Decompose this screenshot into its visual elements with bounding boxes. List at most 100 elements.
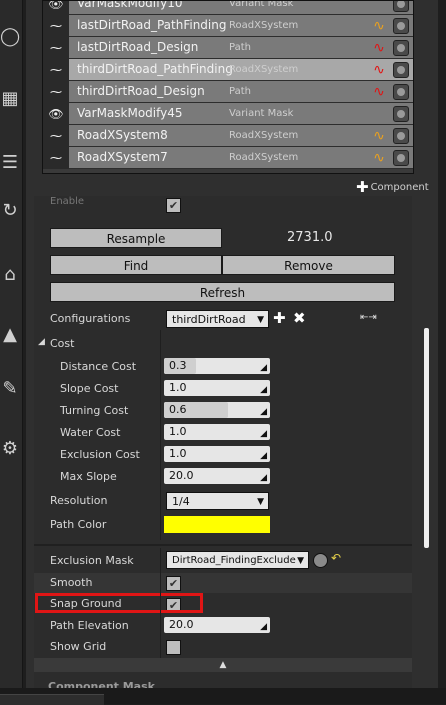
layer-type: RoadXSystem — [229, 20, 299, 31]
brush-tool-icon[interactable]: ✎ — [0, 378, 20, 400]
add-config-icon[interactable]: ✚ — [273, 309, 286, 327]
scrollbar[interactable] — [424, 328, 429, 548]
smooth-label: Smooth — [50, 576, 93, 589]
layer-type: RoadXSystem — [229, 152, 299, 163]
layer-toggle[interactable] — [393, 128, 409, 144]
exclusion-mask-value: DirtRoad_FindingExclude — [172, 555, 296, 566]
curve-icon[interactable]: ⁓ — [43, 15, 69, 37]
road-path-icon[interactable]: ∿ — [371, 18, 387, 34]
cost-field-label: Exclusion Cost — [60, 448, 140, 461]
layer-toggle[interactable] — [393, 106, 409, 122]
layer-toggle[interactable] — [393, 62, 409, 78]
remove-button[interactable]: Remove — [222, 255, 395, 275]
path-color-swatch[interactable] — [164, 516, 270, 533]
road-path-icon[interactable]: ∿ — [371, 128, 387, 144]
show-grid-checkbox[interactable] — [166, 640, 181, 655]
layer-toggle[interactable] — [393, 150, 409, 166]
cost-field-input[interactable]: 1.0 ◢ — [164, 424, 270, 440]
cost-field-label: Turning Cost — [60, 404, 129, 417]
layer-row[interactable]: ⁓ RoadXSystem8 RoadXSystem ∿ — [43, 125, 413, 147]
collapse-up-icon[interactable]: ▲ — [34, 658, 412, 672]
drag-arrow-icon: ◢ — [260, 429, 267, 439]
smooth-checkbox[interactable]: ✔ — [166, 576, 181, 591]
building-tool-icon[interactable]: ▦ — [0, 88, 20, 110]
layer-type: RoadXSystem — [229, 130, 299, 141]
path-color-label: Path Color — [50, 518, 107, 531]
delete-config-icon[interactable]: ✖ — [293, 309, 306, 327]
left-toolbar: ◯ ▦ ☰ ↻ ⌂ ▲ ✎ ⚙ — [0, 0, 23, 704]
layer-row[interactable]: ⁓ lastDirtRoad_PathFinding RoadXSystem ∿ — [43, 15, 413, 37]
road-path-icon[interactable]: ∿ — [371, 150, 387, 166]
layers-tool-icon[interactable]: ☰ — [0, 152, 20, 174]
resolution-value: 1/4 — [172, 495, 190, 508]
reset-arrow-icon[interactable]: ↶ — [331, 551, 341, 565]
tree-tool-icon[interactable]: ▲ — [0, 324, 20, 346]
layer-toggle[interactable] — [393, 84, 409, 100]
cost-field-input[interactable]: 1.0 ◢ — [164, 380, 270, 396]
column-divider — [160, 330, 161, 540]
road-path-red-icon[interactable]: ∿ — [371, 62, 387, 78]
drag-arrow-icon: ◢ — [260, 451, 267, 461]
layer-row[interactable]: 👁 VarMaskModify45 Variant Mask — [43, 103, 413, 125]
eye-icon[interactable]: 👁 — [43, 103, 69, 125]
browse-icon[interactable] — [313, 553, 328, 568]
curve-icon[interactable]: ⁓ — [43, 125, 69, 147]
path-elevation-label: Path Elevation — [50, 619, 129, 632]
layer-name: lastDirtRoad_Design — [77, 40, 199, 54]
collapse-triangle-icon[interactable]: ◢ — [38, 337, 45, 347]
cost-field-value: 20.0 — [169, 469, 194, 482]
exclusion-mask-dropdown[interactable]: DirtRoad_FindingExclude ▼ — [166, 551, 309, 569]
curve-icon[interactable]: ⁓ — [43, 59, 69, 81]
import-icon[interactable]: ⇤⇥ — [360, 312, 377, 323]
bottom-tab[interactable] — [0, 694, 104, 705]
enable-checkbox[interactable]: ✔ — [166, 198, 181, 213]
layer-name: RoadXSystem7 — [77, 150, 168, 164]
resample-button[interactable]: Resample — [50, 228, 222, 248]
layer-type: Path — [229, 86, 251, 97]
cost-field-input[interactable]: 20.0 ◢ — [164, 468, 270, 484]
layer-row[interactable]: ⁓ RoadXSystem7 RoadXSystem ∿ — [43, 147, 413, 169]
curve-icon[interactable]: ⁓ — [43, 147, 69, 169]
column-divider — [160, 548, 161, 658]
layer-row[interactable]: ⁓ thirdDirtRoad_Design Path ∿ — [43, 81, 413, 103]
path-elevation-field[interactable]: 20.0 ◢ — [164, 617, 270, 633]
refresh-tool-icon[interactable]: ↻ — [0, 200, 20, 222]
refresh-button[interactable]: Refresh — [50, 282, 395, 302]
layer-name: thirdDirtRoad_PathFinding — [77, 62, 233, 76]
road-path-red-icon[interactable]: ∿ — [371, 40, 387, 56]
layer-name: thirdDirtRoad_Design — [77, 84, 205, 98]
plus-icon: ✚ — [356, 178, 369, 196]
drag-arrow-icon: ◢ — [260, 385, 267, 395]
circle-tool-icon[interactable]: ◯ — [0, 26, 20, 48]
layer-toggle[interactable] — [393, 1, 409, 12]
layer-name: VarMaskModify45 — [77, 106, 183, 120]
cost-field-input[interactable]: 1.0 ◢ — [164, 446, 270, 462]
cost-field-value: 0.6 — [169, 403, 187, 416]
show-grid-label: Show Grid — [50, 640, 107, 653]
find-button[interactable]: Find — [50, 255, 222, 275]
layer-type: Variant Mask — [229, 0, 294, 9]
cost-field-label: Distance Cost — [60, 360, 137, 373]
road-path-red-icon[interactable]: ∿ — [371, 84, 387, 100]
cost-field-value: 1.0 — [169, 447, 187, 460]
curve-icon[interactable]: ⁓ — [43, 37, 69, 59]
layer-toggle[interactable] — [393, 40, 409, 56]
cost-field-input[interactable]: 0.3 ◢ — [164, 358, 270, 374]
layer-list: 👁 VarMaskModify10 Variant Mask ⁓ lastDirtRoa… — [42, 0, 414, 174]
layer-row[interactable]: 👁 VarMaskModify10 Variant Mask — [43, 0, 413, 15]
cost-field-input[interactable]: 0.6 ◢ — [164, 402, 270, 418]
exclusion-mask-label: Exclusion Mask — [50, 554, 134, 567]
configurations-dropdown[interactable]: thirdDirtRoad ▼ — [166, 310, 269, 328]
layer-row[interactable]: ⁓ lastDirtRoad_Design Path ∿ — [43, 37, 413, 59]
gear-tool-icon[interactable]: ⚙ — [0, 438, 20, 460]
curve-icon[interactable]: ⁓ — [43, 81, 69, 103]
add-component-button[interactable]: ✚ Component — [356, 178, 429, 196]
layer-type: RoadXSystem — [229, 64, 299, 75]
resolution-dropdown[interactable]: 1/4 ▼ — [166, 492, 269, 510]
eye-icon[interactable]: 👁 — [43, 1, 69, 15]
path-elevation-value: 20.0 — [169, 618, 194, 631]
drag-arrow-icon: ◢ — [260, 473, 267, 483]
layer-toggle[interactable] — [393, 18, 409, 34]
layer-row[interactable]: ⁓ thirdDirtRoad_PathFinding RoadXSystem ∿ — [43, 59, 413, 81]
house-tool-icon[interactable]: ⌂ — [0, 264, 20, 286]
